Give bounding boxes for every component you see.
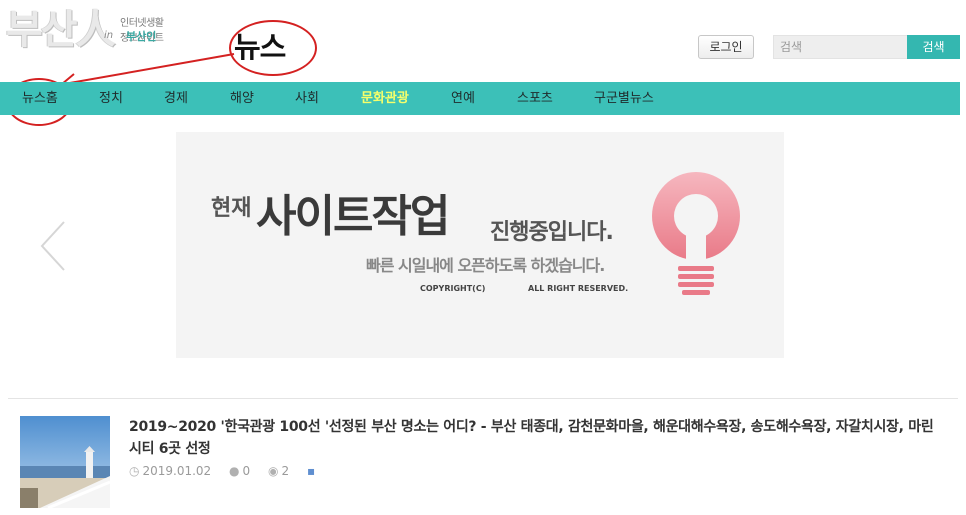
news-meta: ◷ 2019.01.02 ● 0 ◉ 2 ▪	[129, 464, 318, 478]
nav-item-politics[interactable]: 정치	[99, 82, 123, 115]
banner-prefix: 현재	[211, 196, 252, 221]
clock-icon: ◷	[129, 464, 140, 478]
section-divider	[8, 398, 958, 399]
banner-headline: 사이트작업	[256, 191, 450, 242]
nav-item-economy[interactable]: 경제	[164, 82, 188, 115]
nav-item-sports[interactable]: 스포츠	[517, 82, 553, 115]
lightbulb-icon	[652, 172, 740, 295]
annotation-circle-label	[229, 20, 317, 76]
nav-item-culture-tourism[interactable]: 문화관광	[361, 82, 409, 115]
news-title[interactable]: 2019~2020 '한국관광 100선 '선정된 부산 명소는 어디? - 부…	[129, 416, 944, 460]
save-icon[interactable]: ▪	[307, 464, 315, 478]
nav-item-news-home[interactable]: 뉴스홈	[22, 82, 58, 115]
search-input[interactable]	[773, 35, 907, 59]
nav-item-entertainment[interactable]: 연예	[451, 82, 475, 115]
main-nav: 뉴스홈 정치 경제 해양 사회 문화관광 연예 스포츠 구군별뉴스	[0, 82, 960, 115]
login-button[interactable]: 로그인	[698, 35, 754, 59]
logo-sup: in	[104, 30, 114, 41]
comment-icon: ●	[229, 464, 240, 478]
site-logo[interactable]: 부산人 in 인터넷생활정보사이트 부산인	[6, 8, 166, 56]
logo-subtitle: 부산인	[126, 30, 157, 43]
news-thumbnail[interactable]	[20, 416, 110, 508]
banner-rights: ALL RIGHT RESERVED.	[528, 284, 629, 293]
banner-slide[interactable]: 현재 사이트작업 진행중입니다. 빠른 시일내에 오픈하도록 하겠습니다. CO…	[176, 132, 784, 358]
nav-item-society[interactable]: 사회	[295, 82, 319, 115]
banner-subtext: 빠른 시일내에 오픈하도록 하겠습니다.	[366, 256, 605, 275]
chevron-left-icon[interactable]	[38, 220, 68, 272]
news-view-count: 2	[281, 464, 290, 478]
nav-item-district-news[interactable]: 구군별뉴스	[594, 82, 654, 115]
search-button[interactable]: 검색	[907, 35, 960, 59]
logo-text: 부산人	[6, 6, 116, 53]
nav-item-marine[interactable]: 해양	[230, 82, 254, 115]
news-date: 2019.01.02	[142, 464, 212, 478]
banner-tail: 진행중입니다.	[490, 220, 614, 245]
eye-icon: ◉	[267, 464, 279, 478]
banner-copyright: COPYRIGHT(C)	[420, 284, 486, 293]
news-comment-count: 0	[242, 464, 251, 478]
